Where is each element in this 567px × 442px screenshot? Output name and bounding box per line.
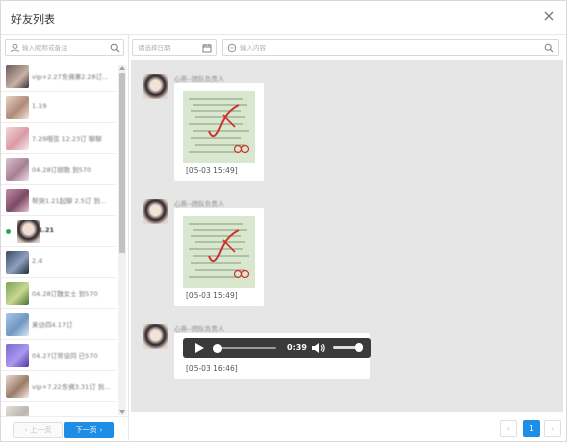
friend-name: 帮哭1.21起聊 2.5订 到... [32, 197, 107, 205]
sender-avatar [143, 74, 168, 99]
chat-next-page-button[interactable]: › [544, 420, 561, 437]
friend-item[interactable]: 帮哭1.21起聊 2.5订 到... [1, 185, 116, 216]
next-page-button[interactable]: 下一页 › [64, 422, 114, 438]
friend-name: 04.28订魏女士 到570 [32, 290, 98, 298]
friend-list: vip+2.27东佛寨2.28订... 1.19 7.29哦弦 12.23订 聊… [1, 61, 128, 416]
message-icon [227, 43, 237, 53]
avatar [6, 189, 29, 212]
search-icon[interactable] [110, 43, 120, 53]
play-icon[interactable] [193, 342, 205, 354]
content-search-input[interactable] [240, 41, 540, 54]
image-message-bubble[interactable]: [05-03 15:49] [174, 83, 264, 181]
scroll-up-arrow-icon[interactable] [119, 66, 125, 70]
chevron-right-icon: › [550, 424, 555, 433]
sender-name: 心燕--团队负责人 [174, 325, 225, 333]
chat-pager: ‹ 1 › [129, 412, 566, 442]
avatar [6, 251, 29, 274]
scroll-down-arrow-icon[interactable] [119, 410, 125, 414]
friend-search-box[interactable] [5, 39, 124, 56]
chevron-right-icon: › [99, 426, 103, 434]
prev-page-label: 上一页 [30, 426, 52, 434]
search-icon[interactable] [544, 43, 554, 53]
volume-icon[interactable] [311, 341, 325, 355]
friend-item[interactable]: 来访四4.17订 [1, 309, 116, 340]
avatar [6, 127, 29, 150]
avatar [6, 344, 29, 367]
message-image[interactable] [183, 91, 255, 163]
avatar [6, 65, 29, 88]
friend-name: 来访四4.17订 [32, 321, 73, 329]
avatar [6, 96, 29, 119]
friend-name: 7.29哦弦 12.23订 聊聊 [32, 135, 102, 143]
avatar [6, 158, 29, 181]
friend-item[interactable]: 04.27订常设同 已570 [1, 340, 116, 371]
sender-avatar [143, 199, 168, 224]
message-timestamp: [05-03 16:46] [186, 364, 238, 373]
next-page-label: 下一页 [75, 426, 97, 434]
friend-item[interactable]: 04.28订胡歌 到570 [1, 154, 116, 185]
friend-item-selected[interactable]: 1.21 [1, 216, 116, 247]
friend-name: 1.21 [38, 226, 55, 234]
date-picker[interactable] [132, 39, 217, 56]
chat-prev-page-button[interactable]: ‹ [500, 420, 517, 437]
friend-name: 04.28订胡歌 到570 [32, 166, 92, 174]
friend-list-pager: ‹ 上一页 下一页 › [1, 416, 128, 442]
close-icon[interactable] [542, 9, 556, 23]
friend-name: vip+7.22东佛3.31订 到... [32, 383, 111, 391]
friend-list-dialog: 好友列表 vip+2.27东佛寨2.28订... 1.19 [0, 0, 567, 442]
avatar [6, 375, 29, 398]
avatar [6, 313, 29, 336]
avatar [17, 220, 40, 243]
volume-slider-handle[interactable] [355, 343, 363, 352]
friend-item[interactable]: 7.29哦弦 12.23订 聊聊 [1, 123, 116, 154]
friend-search-input[interactable] [22, 41, 108, 54]
user-icon [11, 43, 19, 53]
dialog-title: 好友列表 [11, 13, 55, 26]
scrollbar-thumb[interactable] [119, 73, 125, 253]
friend-item[interactable]: 2.4 [1, 247, 116, 278]
chevron-left-icon: ‹ [24, 426, 28, 434]
audio-progress-track[interactable] [213, 347, 276, 349]
chevron-left-icon: ‹ [506, 424, 511, 433]
sender-name: 心燕--团队负责人 [174, 200, 225, 208]
calendar-icon[interactable] [202, 43, 212, 53]
chat-filter-bar [129, 35, 566, 57]
content-search-box[interactable] [222, 39, 559, 56]
message-image[interactable] [183, 216, 255, 288]
audio-player: 0:39 [183, 338, 371, 358]
audio-duration: 0:39 [287, 343, 307, 352]
avatar [6, 282, 29, 305]
online-status-dot [6, 229, 11, 234]
sender-name: 心燕--团队负责人 [174, 75, 225, 83]
friend-name: 2.4 [32, 257, 43, 265]
message-timestamp: [05-03 15:49] [186, 166, 238, 175]
friend-item[interactable]: vip+7.22东佛3.31订 到... [1, 371, 116, 402]
friend-name: 1.19 [32, 102, 47, 110]
audio-progress-handle[interactable] [213, 344, 222, 353]
page-number-current[interactable]: 1 [523, 420, 540, 437]
avatar [6, 406, 29, 416]
friend-sidebar: vip+2.27东佛寨2.28订... 1.19 7.29哦弦 12.23订 聊… [1, 35, 129, 442]
sender-avatar [143, 324, 168, 349]
friend-item[interactable]: 1.19 [1, 92, 116, 123]
friend-item[interactable] [1, 402, 116, 416]
dialog-titlebar: 好友列表 [1, 1, 566, 35]
prev-page-button[interactable]: ‹ 上一页 [13, 422, 63, 438]
message-timestamp: [05-03 15:49] [186, 291, 238, 300]
audio-message-bubble: 0:39 [05-03 16:46] [174, 333, 371, 379]
friend-name: vip+2.27东佛寨2.28订... [32, 73, 109, 81]
friend-item[interactable]: vip+2.27东佛寨2.28订... [1, 61, 116, 92]
friend-name: 04.27订常设同 已570 [32, 352, 98, 360]
date-input[interactable] [138, 41, 200, 54]
chat-history-area: 心燕--团队负责人 [05-03 15:49] 心燕--团队负责人 [05-03… [131, 60, 563, 412]
image-message-bubble[interactable]: [05-03 15:49] [174, 208, 264, 306]
friend-list-scrollbar[interactable] [118, 65, 126, 415]
friend-item[interactable]: 04.28订魏女士 到570 [1, 278, 116, 309]
